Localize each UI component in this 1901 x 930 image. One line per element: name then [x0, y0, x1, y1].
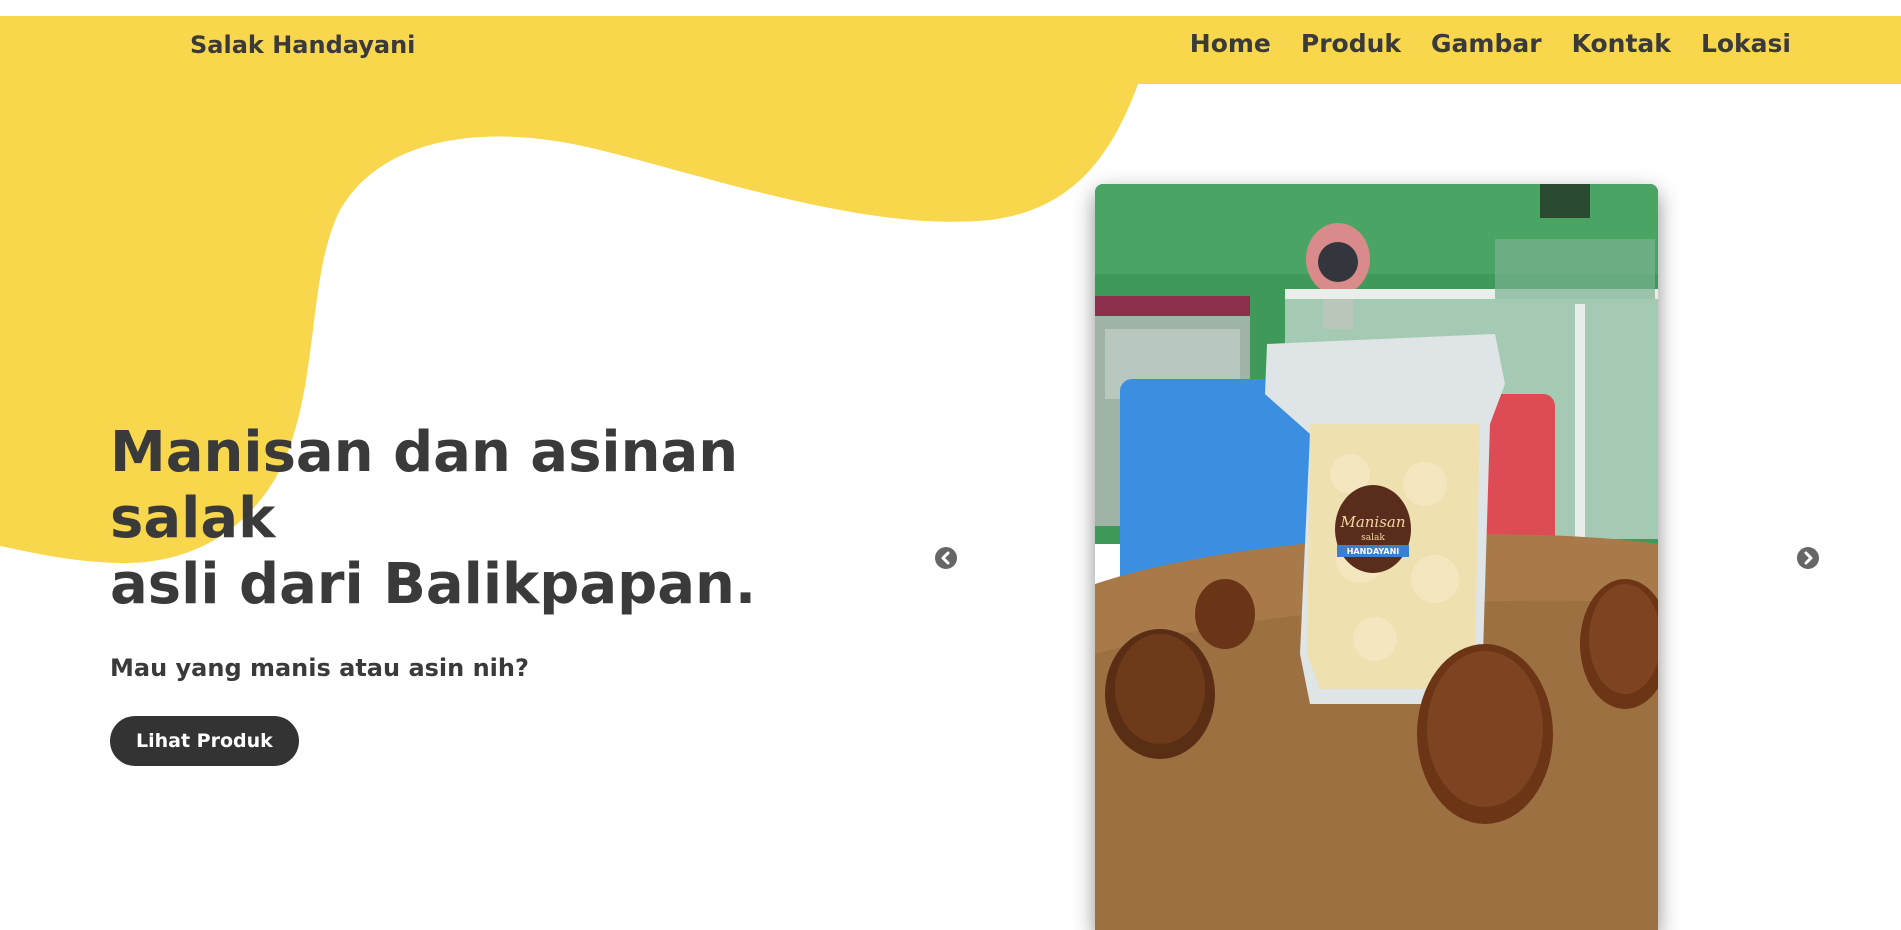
pouch-label-line-3: HANDAYANI: [1347, 547, 1400, 556]
carousel-prev-button[interactable]: [935, 547, 957, 569]
nav-link-gambar[interactable]: Gambar: [1431, 29, 1542, 58]
nav-links: Home Produk Gambar Kontak Lokasi: [1160, 29, 1791, 58]
hero-title: Manisan dan asinan salak asli dari Balik…: [110, 420, 870, 618]
navbar: Salak Handayani Home Produk Gambar Konta…: [0, 16, 1901, 84]
product-photo: Manisan salak HANDAYANI: [1095, 184, 1658, 930]
nav-link-lokasi[interactable]: Lokasi: [1701, 29, 1791, 58]
chevron-right-circle-icon: [1804, 551, 1813, 565]
brand-link[interactable]: Salak Handayani: [190, 31, 415, 59]
pouch-label-line-1: Manisan: [1339, 513, 1405, 531]
nav-link-kontak[interactable]: Kontak: [1572, 29, 1671, 58]
carousel-next-button[interactable]: [1797, 547, 1819, 569]
hero-subtitle: Mau yang manis atau asin nih?: [110, 654, 529, 682]
nav-link-home[interactable]: Home: [1190, 29, 1271, 58]
lihat-produk-button[interactable]: Lihat Produk: [110, 716, 299, 766]
pouch-label-line-2: salak: [1361, 533, 1385, 543]
hero-title-line-1: Manisan dan asinan salak: [110, 420, 739, 551]
hero-title-line-2: asli dari Balikpapan.: [110, 552, 757, 617]
nav-link-produk[interactable]: Produk: [1301, 29, 1401, 58]
hero-section: Manisan dan asinan salak asli dari Balik…: [110, 420, 870, 766]
chevron-left-circle-icon: [941, 551, 950, 565]
